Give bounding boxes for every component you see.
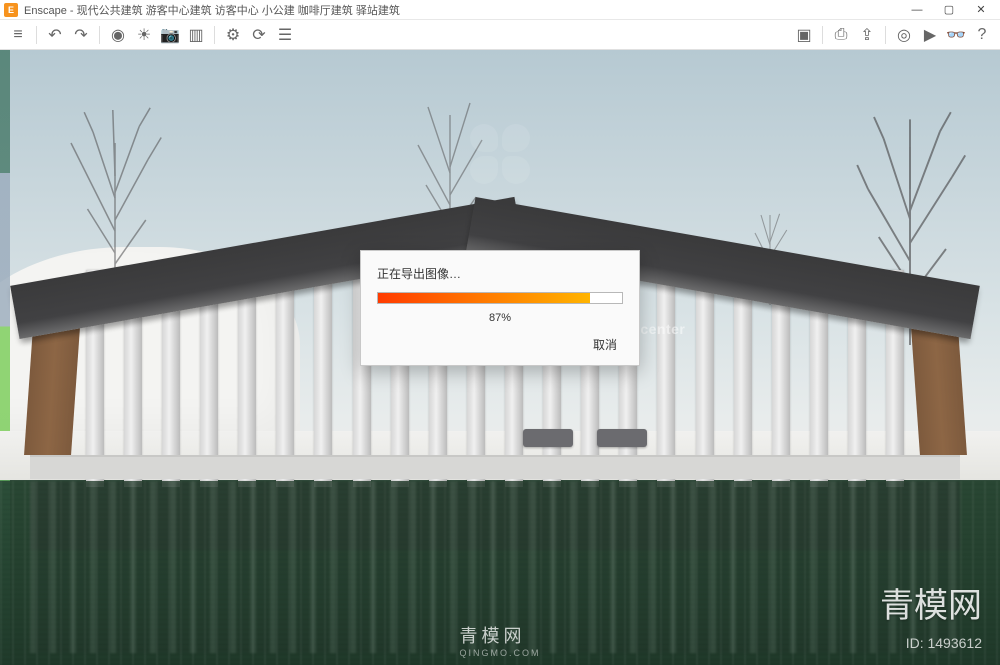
toolbar-left-group: ≡ ↶↷ ◉☀📷▥ ⚙⟳☰ [6, 23, 297, 47]
toolbar-separator [99, 26, 100, 44]
app-icon: E [4, 3, 18, 17]
toolbar-right-group: ▣ ⎙⇪ ◎▶👓? [792, 23, 994, 47]
panorama-icon[interactable]: ◎ [892, 23, 916, 47]
window-close-button[interactable]: ✕ [966, 0, 996, 20]
water-reflection [30, 481, 960, 653]
building-base [30, 455, 960, 480]
settings-icon[interactable]: ⚙ [221, 23, 245, 47]
main-toolbar: ≡ ↶↷ ◉☀📷▥ ⚙⟳☰ ▣ ⎙⇪ ◎▶👓? [0, 20, 1000, 50]
toolbar-separator [822, 26, 823, 44]
progress-bar-track [377, 292, 623, 304]
sofa [523, 429, 573, 447]
cancel-button[interactable]: 取消 [587, 334, 623, 355]
dialog-actions: 取消 [377, 334, 623, 355]
video-icon[interactable]: ▶ [918, 23, 942, 47]
help-icon[interactable]: ? [970, 23, 994, 47]
window-maximize-button[interactable]: ▢ [934, 0, 964, 20]
progress-percent-label: 87% [377, 312, 623, 324]
progress-bar-fill [378, 293, 590, 303]
dialog-title: 正在导出图像… [377, 265, 623, 282]
redo-icon[interactable]: ↷ [69, 23, 93, 47]
layers-icon[interactable]: ☰ [273, 23, 297, 47]
export-progress-dialog: 正在导出图像… 87% 取消 [360, 250, 640, 366]
viewport-icon[interactable]: ▣ [792, 23, 816, 47]
toolbar-separator [36, 26, 37, 44]
sun-icon[interactable]: ☀ [132, 23, 156, 47]
views-icon[interactable]: ▥ [184, 23, 208, 47]
camera-icon[interactable]: 📷 [158, 23, 182, 47]
vr-icon[interactable]: 👓 [944, 23, 968, 47]
undo-icon[interactable]: ↶ [43, 23, 67, 47]
window-title: Enscape - 现代公共建筑 游客中心建筑 访客中心 小公建 咖啡厅建筑 驿… [24, 2, 902, 18]
export-icon[interactable]: ⇪ [855, 23, 879, 47]
sync-icon[interactable]: ⟳ [247, 23, 271, 47]
render-viewport[interactable]: r center 正在导出图像… 87% 取消 青模网 QINGMO.COM 青… [0, 50, 1000, 665]
render-icon[interactable]: ◉ [106, 23, 130, 47]
sofa [597, 429, 647, 447]
window-titlebar: E Enscape - 现代公共建筑 游客中心建筑 访客中心 小公建 咖啡厅建筑… [0, 0, 1000, 20]
toolbar-separator [214, 26, 215, 44]
menu-icon[interactable]: ≡ [6, 23, 30, 47]
batch-icon[interactable]: ⎙ [829, 23, 853, 47]
window-controls: — ▢ ✕ [902, 0, 996, 20]
toolbar-separator [885, 26, 886, 44]
window-minimize-button[interactable]: — [902, 0, 932, 20]
